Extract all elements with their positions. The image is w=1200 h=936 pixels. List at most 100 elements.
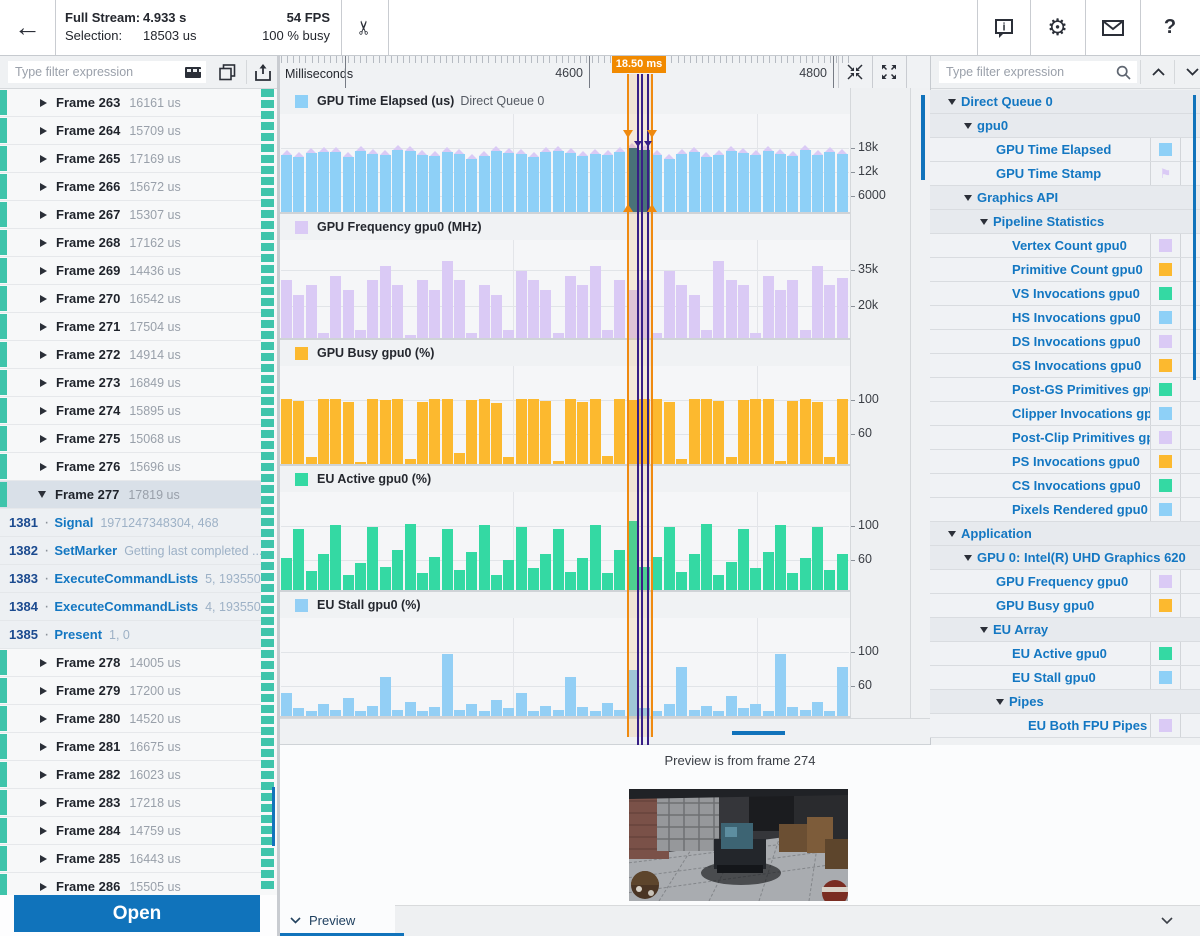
frame-row-frame-264[interactable]: Frame 26415709 us — [0, 117, 261, 145]
caret-right-icon[interactable] — [40, 743, 47, 751]
frame-row-frame-266[interactable]: Frame 26615672 us — [0, 173, 261, 201]
info-button[interactable]: i — [977, 0, 1030, 55]
tree-item-vs-invocations-gpu0[interactable]: VS Invocations gpu0 — [930, 282, 1200, 306]
caret-down-icon[interactable] — [980, 219, 988, 225]
caret-down-icon[interactable] — [38, 491, 46, 498]
tree-item-vertex-count-gpu0[interactable]: Vertex Count gpu0 — [930, 234, 1200, 258]
tree-item-eu-array[interactable]: EU Array — [930, 618, 1200, 642]
caret-right-icon[interactable] — [40, 827, 47, 835]
frame-row-frame-280[interactable]: Frame 28014520 us — [0, 705, 261, 733]
selection-handle-icon[interactable] — [647, 204, 657, 212]
metric-swatch-cell[interactable] — [1150, 474, 1181, 497]
tree-item-gpu-time-stamp[interactable]: GPU Time Stamp⚑ — [930, 162, 1200, 186]
frame-row-frame-281[interactable]: Frame 28116675 us — [0, 733, 261, 761]
metric-swatch-cell[interactable] — [1150, 402, 1181, 425]
tree-item-ds-invocations-gpu0[interactable]: DS Invocations gpu0 — [930, 330, 1200, 354]
metric-swatch-cell[interactable] — [1150, 306, 1181, 329]
metric-swatch-cell[interactable] — [1150, 450, 1181, 473]
tree-item-direct-queue-0[interactable]: Direct Queue 0 — [930, 90, 1200, 114]
trim-button[interactable]: ✂ — [341, 0, 388, 55]
caret-down-icon[interactable] — [948, 531, 956, 537]
tree-item-gpu0[interactable]: gpu0 — [930, 114, 1200, 138]
caret-right-icon[interactable] — [40, 351, 47, 359]
metric-swatch-cell[interactable] — [1150, 666, 1181, 689]
time-marker-badge[interactable]: 18.50 ms — [612, 56, 666, 73]
selection-edge-line[interactable] — [627, 74, 629, 737]
api-call-row[interactable]: 1381·Signal1971247348304, 468 — [0, 509, 261, 537]
frame-row-frame-275[interactable]: Frame 27515068 us — [0, 425, 261, 453]
caret-right-icon[interactable] — [40, 183, 47, 191]
metrics-scrollbar-thumb[interactable] — [1193, 95, 1196, 380]
caret-down-icon[interactable] — [996, 699, 1004, 705]
caret-right-icon[interactable] — [40, 155, 47, 163]
metric-swatch-cell[interactable]: ⚑ — [1150, 162, 1181, 185]
selection-handle-icon[interactable] — [623, 204, 633, 212]
frame-row-frame-269[interactable]: Frame 26914436 us — [0, 257, 261, 285]
caret-right-icon[interactable] — [40, 211, 47, 219]
frame-row-frame-274[interactable]: Frame 27415895 us — [0, 397, 261, 425]
tree-item-gs-invocations-gpu0[interactable]: GS Invocations gpu0 — [930, 354, 1200, 378]
selection-handle-icon[interactable] — [647, 130, 657, 138]
frame-row-frame-278[interactable]: Frame 27814005 us — [0, 649, 261, 677]
frame-row-frame-277[interactable]: Frame 27717819 us — [0, 481, 261, 509]
collapse-bottom-panel-button[interactable] — [1158, 912, 1176, 930]
caret-right-icon[interactable] — [40, 799, 47, 807]
caret-right-icon[interactable] — [40, 435, 47, 443]
tree-item-post-clip-primitives-gpu0[interactable]: Post-Clip Primitives gpu0 — [930, 426, 1200, 450]
tree-item-application[interactable]: Application — [930, 522, 1200, 546]
chart-scrollbar-gutter[interactable] — [911, 88, 930, 718]
copy-frames-button[interactable] — [212, 59, 242, 85]
frame-filter-input[interactable] — [8, 65, 185, 79]
frame-row-frame-283[interactable]: Frame 28317218 us — [0, 789, 261, 817]
next-match-button[interactable] — [1177, 59, 1200, 85]
metric-swatch-cell[interactable] — [1150, 330, 1181, 353]
caret-right-icon[interactable] — [40, 715, 47, 723]
tree-item-pixels-rendered-gpu0[interactable]: Pixels Rendered gpu0 — [930, 498, 1200, 522]
frame-minimap-scrollbar[interactable] — [261, 89, 274, 895]
caret-down-icon[interactable] — [948, 99, 956, 105]
tree-item-gpu-time-elapsed[interactable]: GPU Time Elapsed — [930, 138, 1200, 162]
caret-right-icon[interactable] — [40, 99, 47, 107]
tree-item-eu-both-fpu-pipes-a[interactable]: EU Both FPU Pipes A... — [930, 714, 1200, 738]
metric-swatch-cell[interactable] — [1150, 282, 1181, 305]
selection-edge-line[interactable] — [651, 74, 653, 737]
frame-row-frame-263[interactable]: Frame 26316161 us — [0, 89, 261, 117]
tree-item-gpu-0-intel-r-uhd-graphics-620[interactable]: GPU 0: Intel(R) UHD Graphics 620 — [930, 546, 1200, 570]
metric-swatch-cell[interactable] — [1150, 426, 1181, 449]
metric-swatch-cell[interactable] — [1150, 138, 1181, 161]
frame-row-frame-270[interactable]: Frame 27016542 us — [0, 285, 261, 313]
tree-item-gpu-frequency-gpu0[interactable]: GPU Frequency gpu0 — [930, 570, 1200, 594]
tree-item-pipes[interactable]: Pipes — [930, 690, 1200, 714]
tree-item-pipeline-statistics[interactable]: Pipeline Statistics — [930, 210, 1200, 234]
frame-list-scrollbar-thumb[interactable] — [272, 787, 275, 846]
caret-right-icon[interactable] — [40, 855, 47, 863]
chart-scrollbar-thumb[interactable] — [921, 95, 925, 180]
tree-item-gpu-busy-gpu0[interactable]: GPU Busy gpu0 — [930, 594, 1200, 618]
frame-row-frame-267[interactable]: Frame 26715307 us — [0, 201, 261, 229]
prev-match-button[interactable] — [1143, 59, 1173, 85]
tree-item-eu-stall-gpu0[interactable]: EU Stall gpu0 — [930, 666, 1200, 690]
selection-handle-icon[interactable] — [623, 130, 633, 138]
frame-row-frame-272[interactable]: Frame 27214914 us — [0, 341, 261, 369]
timeline-hscrollbar-thumb[interactable] — [732, 731, 785, 735]
caret-right-icon[interactable] — [40, 463, 47, 471]
caret-right-icon[interactable] — [40, 323, 47, 331]
frame-row-frame-285[interactable]: Frame 28516443 us — [0, 845, 261, 873]
timeline-hscrollbar[interactable] — [280, 718, 930, 745]
tree-item-cs-invocations-gpu0[interactable]: CS Invocations gpu0 — [930, 474, 1200, 498]
caret-right-icon[interactable] — [40, 295, 47, 303]
api-call-row[interactable]: 1382·SetMarkerGetting last completed ... — [0, 537, 261, 565]
caret-right-icon[interactable] — [40, 379, 47, 387]
frame-row-frame-271[interactable]: Frame 27117504 us — [0, 313, 261, 341]
caret-right-icon[interactable] — [40, 127, 47, 135]
feedback-button[interactable] — [1085, 0, 1140, 55]
frame-row-frame-286[interactable]: Frame 28615505 us — [0, 873, 261, 895]
export-button[interactable] — [248, 59, 278, 85]
help-button[interactable]: ? — [1140, 0, 1200, 55]
metric-swatch-cell[interactable] — [1150, 570, 1181, 593]
metric-swatch-cell[interactable] — [1150, 234, 1181, 257]
metric-swatch-cell[interactable] — [1150, 258, 1181, 281]
metric-swatch-cell[interactable] — [1150, 354, 1181, 377]
tree-item-hs-invocations-gpu0[interactable]: HS Invocations gpu0 — [930, 306, 1200, 330]
caret-down-icon[interactable] — [964, 195, 972, 201]
